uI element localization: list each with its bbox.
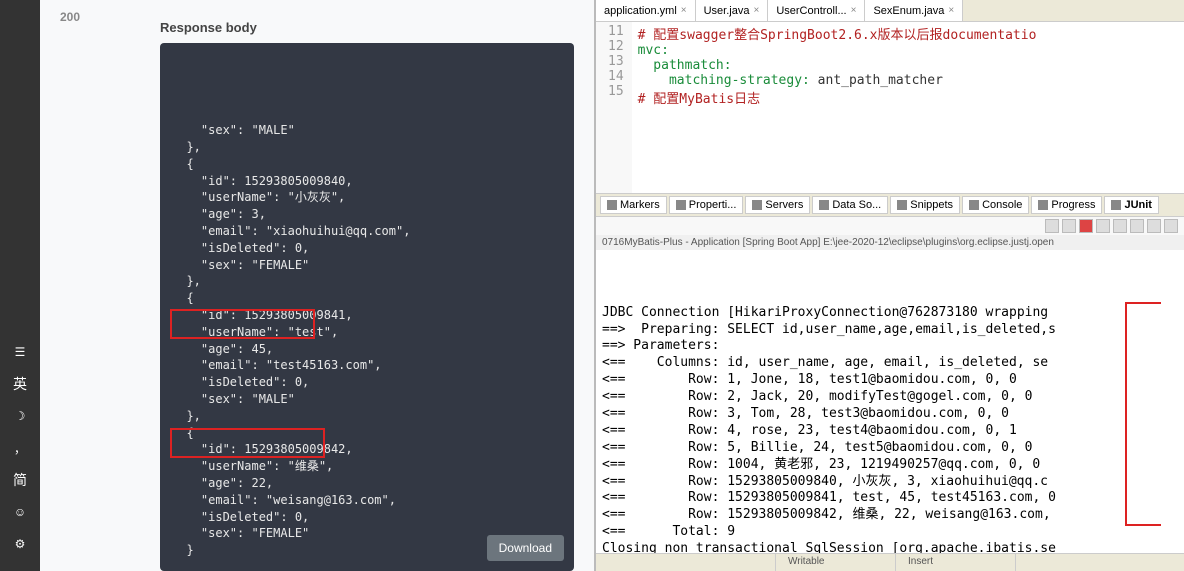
console-area: MarkersProperti...ServersData So...Snipp… [596, 193, 1184, 553]
editor-tab-1[interactable]: User.java× [696, 0, 769, 21]
punct-button[interactable]: ， [8, 436, 32, 460]
ide-panel: application.yml×User.java×UserControll..… [594, 0, 1184, 571]
ime-lang-button[interactable]: 英 [8, 372, 32, 396]
view-tab-data so[interactable]: Data So... [812, 196, 888, 214]
view-tab-snippets[interactable]: Snippets [890, 196, 960, 214]
response-body[interactable]: "sex": "MALE" }, { "id": 15293805009840,… [160, 43, 574, 571]
editor-tab-2[interactable]: UserControll...× [768, 0, 865, 21]
console-btn-6[interactable] [1130, 219, 1144, 233]
view-tab-properti[interactable]: Properti... [669, 196, 744, 214]
gear-icon[interactable]: ⚙ [8, 532, 32, 556]
close-icon[interactable]: × [851, 5, 857, 16]
console-btn-7[interactable] [1147, 219, 1161, 233]
view-tab-servers[interactable]: Servers [745, 196, 810, 214]
smile-icon[interactable]: ☺ [8, 500, 32, 524]
close-icon[interactable]: × [948, 5, 954, 16]
editor-tab-3[interactable]: SexEnum.java× [865, 0, 963, 21]
console-highlight [1125, 302, 1161, 526]
swagger-panel: 200 Response body "sex": "MALE" }, { "id… [40, 0, 594, 571]
editor-tabs: application.yml×User.java×UserControll..… [596, 0, 1184, 22]
close-icon[interactable]: × [753, 5, 759, 16]
toolbar-drag-icon[interactable]: ☰ [8, 340, 32, 364]
console-header: 0716MyBatis-Plus - Application [Spring B… [596, 235, 1184, 250]
console-btn-5[interactable] [1113, 219, 1127, 233]
close-icon[interactable]: × [681, 5, 687, 16]
console-output[interactable]: JDBC Connection [HikariProxyConnection@7… [596, 250, 1184, 553]
view-tab-progress[interactable]: Progress [1031, 196, 1102, 214]
editor-area[interactable]: 1112131415 # 配置swagger整合SpringBoot2.6.x版… [596, 22, 1184, 193]
status-insert: Insert [896, 554, 1016, 571]
view-tab-junit[interactable]: JUnit [1104, 196, 1159, 214]
console-btn-3[interactable] [1079, 219, 1093, 233]
view-tab-markers[interactable]: Markers [600, 196, 667, 214]
console-btn-8[interactable] [1164, 219, 1178, 233]
status-writable: Writable [776, 554, 896, 571]
left-toolbar: ☰ 英 ☽ ， 简 ☺ ⚙ [0, 0, 40, 571]
view-tab-console[interactable]: Console [962, 196, 1029, 214]
console-toolbar [596, 217, 1184, 235]
status-bar: Writable Insert [596, 553, 1184, 571]
line-gutter: 1112131415 [596, 22, 632, 193]
download-button[interactable]: Download [487, 535, 564, 561]
response-body-label: Response body [160, 20, 574, 35]
moon-icon[interactable]: ☽ [8, 404, 32, 428]
simplified-button[interactable]: 简 [8, 468, 32, 492]
highlight-box-1 [170, 309, 315, 339]
status-code: 200 [60, 10, 140, 24]
console-btn-4[interactable] [1096, 219, 1110, 233]
console-btn-1[interactable] [1045, 219, 1059, 233]
highlight-box-2 [170, 428, 325, 458]
code-content[interactable]: # 配置swagger整合SpringBoot2.6.x版本以后报documen… [632, 22, 1043, 193]
views-tabs: MarkersProperti...ServersData So...Snipp… [596, 194, 1184, 217]
editor-tab-0[interactable]: application.yml× [596, 0, 696, 21]
console-btn-2[interactable] [1062, 219, 1076, 233]
